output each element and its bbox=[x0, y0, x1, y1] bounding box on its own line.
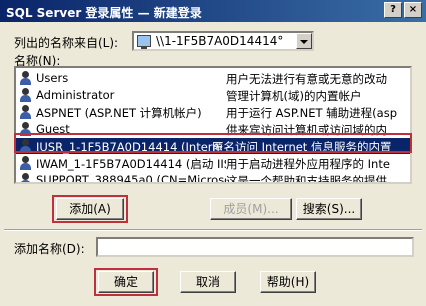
list-item[interactable]: Users 用户无法进行有意或无意的改动 bbox=[16, 70, 410, 86]
user-icon bbox=[20, 71, 31, 85]
source-value: \\1-1F5B7A0D14414° bbox=[156, 34, 284, 48]
list-item[interactable]: SUPPORT_388945a0 (CN=Microsoft C 这是一个帮助和… bbox=[16, 172, 410, 184]
user-icon bbox=[20, 88, 31, 102]
account-description: 用于启动进程外应用程序的 Inte bbox=[226, 157, 390, 171]
account-name: Administrator bbox=[36, 88, 115, 102]
account-description: 用于运行 ASP.NET 辅助进程(asp bbox=[226, 106, 397, 120]
account-name: IWAM_1-1F5B7A0D14414 (启动 IIS 进程 bbox=[36, 157, 226, 171]
add-name-input[interactable] bbox=[96, 237, 414, 257]
help-button[interactable]: 帮助(H) bbox=[260, 271, 316, 293]
cancel-button[interactable]: 取消 bbox=[180, 271, 236, 293]
window-title: SQL Server 登录属性 — 新建登录 bbox=[6, 6, 202, 20]
source-combo[interactable]: \\1-1F5B7A0D14414° bbox=[132, 31, 314, 51]
add-name-label: 添加名称(D): bbox=[14, 242, 85, 256]
account-name: SUPPORT_388945a0 (CN=Microsoft C bbox=[36, 173, 226, 184]
list-item[interactable]: IWAM_1-1F5B7A0D14414 (启动 IIS 进程 用于启动进程外应… bbox=[16, 155, 410, 171]
user-icon bbox=[20, 105, 31, 119]
help-title-button[interactable]: ? bbox=[384, 2, 402, 18]
account-description: 这是一个帮助和支持服务的提供 bbox=[226, 174, 387, 184]
account-description: 管理计算机(域)的内置帐户 bbox=[226, 89, 362, 103]
close-title-button[interactable]: × bbox=[404, 2, 422, 18]
user-icon bbox=[20, 173, 31, 182]
chevron-down-icon[interactable] bbox=[296, 33, 312, 49]
ok-button[interactable]: 确定 bbox=[98, 271, 154, 293]
list-item[interactable]: Administrator 管理计算机(域)的内置帐户 bbox=[16, 87, 410, 103]
computer-icon bbox=[137, 35, 151, 49]
accounts-list[interactable]: Users 用户无法进行有意或无意的改动 Administrator 管理计算机… bbox=[14, 66, 412, 184]
source-label: 列出的名称来自(L): bbox=[14, 36, 119, 50]
members-button[interactable]: 成员(M)... bbox=[210, 198, 292, 220]
add-button[interactable]: 添加(A) bbox=[56, 198, 124, 220]
title-bar: SQL Server 登录属性 — 新建登录 ? × bbox=[0, 0, 426, 22]
divider bbox=[4, 229, 422, 231]
user-icon bbox=[20, 156, 31, 170]
search-button[interactable]: 搜索(S)... bbox=[296, 198, 362, 220]
account-description: 用户无法进行有意或无意的改动 bbox=[226, 72, 387, 86]
account-name: Users bbox=[36, 71, 69, 85]
selected-row-highlight bbox=[14, 133, 412, 153]
list-item[interactable]: ASPNET (ASP.NET 计算机帐户) 用于运行 ASP.NET 辅助进程… bbox=[16, 104, 410, 120]
account-name: ASPNET (ASP.NET 计算机帐户) bbox=[36, 106, 202, 120]
